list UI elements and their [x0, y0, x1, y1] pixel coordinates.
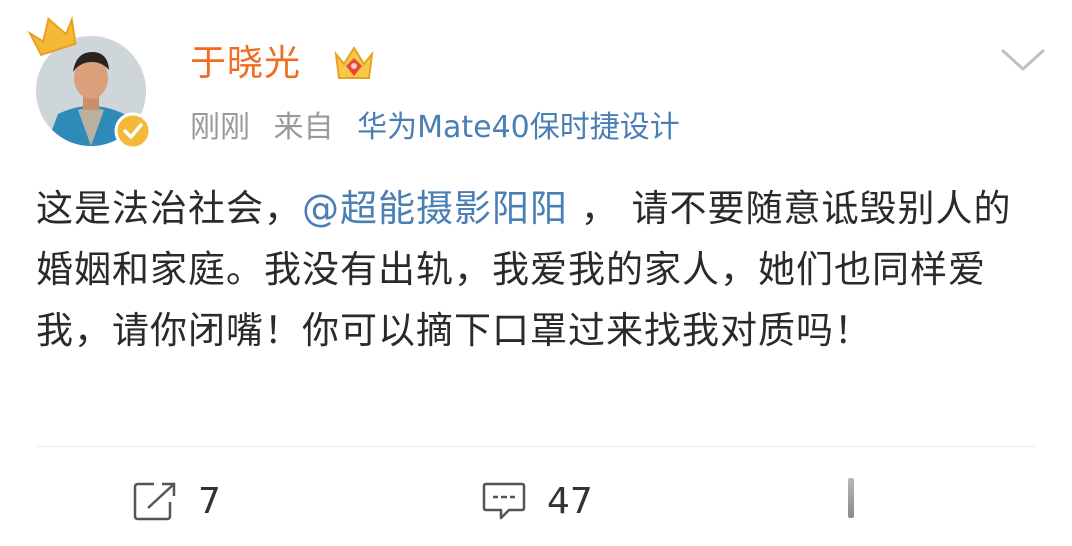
vip-crown-icon[interactable]	[332, 44, 376, 84]
repost-count: 7	[198, 480, 221, 522]
post-meta: 刚刚 来自 华为Mate40保时捷设计	[190, 108, 694, 148]
post-content: 这是法治社会，@超能摄影阳阳 ， 请不要随意诋毁别人的婚姻和家庭。我没有出轨，我…	[36, 178, 1036, 361]
username[interactable]: 于晓光	[190, 40, 301, 88]
from-label: 来自	[273, 110, 334, 145]
avatar-container[interactable]	[27, 15, 152, 150]
chevron-down-icon[interactable]	[998, 44, 1048, 74]
verified-badge-icon	[114, 112, 152, 150]
crown-icon	[27, 15, 77, 57]
divider	[36, 446, 1036, 447]
content-text-part1: 这是法治社会，	[36, 187, 302, 230]
post-source[interactable]: 华为Mate40保时捷设计	[357, 110, 680, 145]
comment-button[interactable]: 47	[481, 478, 593, 524]
mention-link[interactable]: @超能摄影阳阳	[302, 187, 568, 230]
comment-count: 47	[547, 480, 593, 522]
like-icon[interactable]	[848, 478, 854, 518]
repost-icon	[133, 482, 176, 521]
repost-button[interactable]: 7	[132, 478, 221, 524]
post-time: 刚刚	[190, 110, 250, 145]
comment-icon	[482, 482, 526, 520]
weibo-post: 于晓光 刚刚 来自 华为Mate40保时捷设计 这是法治社会，@超能摄影阳阳 ，…	[0, 0, 1072, 546]
